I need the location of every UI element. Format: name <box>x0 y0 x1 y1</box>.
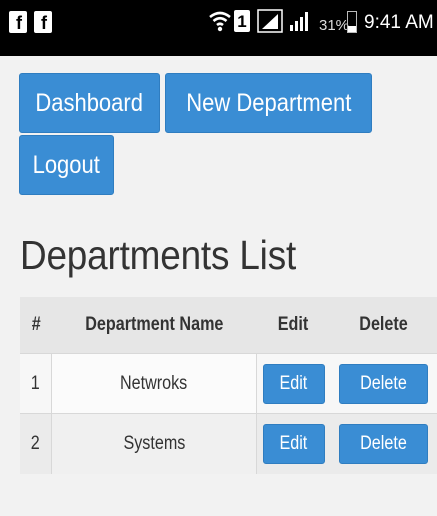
new-department-button-label: New Department <box>185 88 352 117</box>
row-index: 1 <box>20 354 52 413</box>
header-edit: Edit <box>277 314 309 335</box>
edit-button[interactable]: Edit <box>262 424 325 464</box>
page-title: Departments List <box>20 232 297 278</box>
row-index: 2 <box>20 414 52 474</box>
delete-button[interactable]: Delete <box>339 363 428 404</box>
signal-icon <box>290 12 308 31</box>
delete-cell: Delete <box>330 414 437 474</box>
header-department-name: Department Name <box>84 314 224 335</box>
logout-button[interactable]: Logout <box>19 135 114 195</box>
edit-cell: Edit <box>256 414 330 474</box>
clock-time: 9:41 AM <box>364 12 434 33</box>
battery-percent: 31% <box>319 17 350 34</box>
status-bar: f f 1 31% 9:41 AM <box>0 0 437 56</box>
header-index: # <box>31 314 41 335</box>
table-row: 2 Systems Edit Delete <box>20 413 437 474</box>
delete-button[interactable]: Delete <box>339 424 428 464</box>
edit-button[interactable]: Edit <box>262 363 325 404</box>
delete-cell: Delete <box>330 354 437 413</box>
battery-icon <box>347 11 357 33</box>
sim-icon: 1 <box>234 10 250 32</box>
new-department-button[interactable]: New Department <box>165 73 372 133</box>
wifi-icon <box>209 11 231 32</box>
department-name: Systems <box>52 414 256 474</box>
edit-cell: Edit <box>256 354 330 413</box>
table-row: 1 Netwroks Edit Delete <box>20 353 437 413</box>
table-header-row: # Department Name Edit Delete <box>20 297 437 353</box>
departments-table: # Department Name Edit Delete 1 Netwroks… <box>20 297 437 474</box>
facebook-icon: f <box>9 11 27 33</box>
facebook-icon: f <box>34 11 52 33</box>
dashboard-button[interactable]: Dashboard <box>19 73 160 133</box>
signal-icon <box>257 9 283 33</box>
logout-button-label: Logout <box>32 150 101 179</box>
department-name: Netwroks <box>52 354 256 413</box>
header-delete: Delete <box>359 314 408 335</box>
dashboard-button-label: Dashboard <box>35 88 144 117</box>
